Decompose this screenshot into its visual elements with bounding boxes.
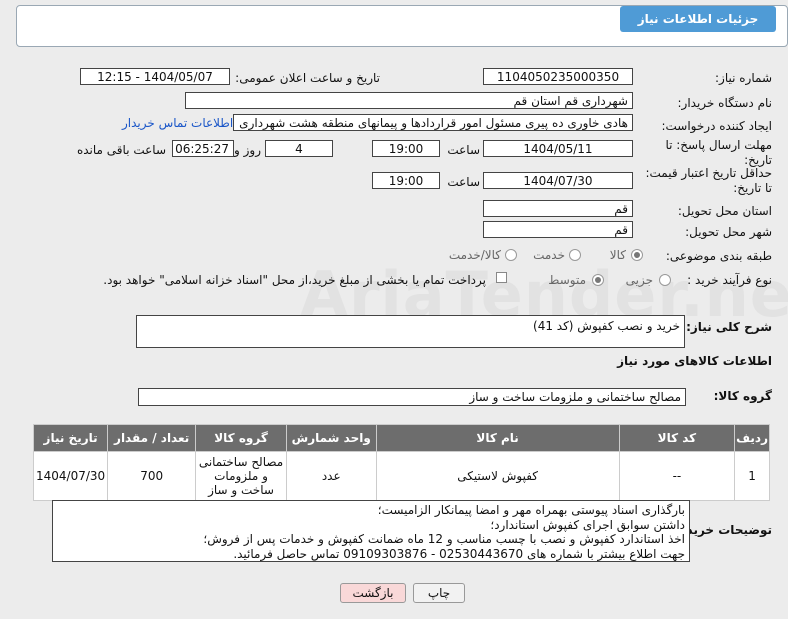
print-button[interactable]: چاپ	[413, 583, 465, 603]
col-name-header: نام کالا	[375, 424, 620, 452]
process-minor-label: جزیی	[625, 273, 653, 287]
process-type-label: نوع فرآیند خرید :	[687, 273, 772, 287]
price-validity-label: حداقل تاریخ اعتبار قیمت: تا تاریخ:	[645, 166, 772, 195]
category-label: طبقه بندی موضوعی:	[665, 249, 772, 263]
reply-time-label: ساعت	[447, 143, 480, 157]
remaining-label: ساعت باقی مانده	[76, 143, 166, 157]
process-medium-radio[interactable]	[592, 274, 604, 286]
requester-field: هادی خاوری ده پیری مسئول امور قراردادها …	[233, 114, 633, 131]
days-and-label: روز و	[234, 143, 261, 157]
buyer-note-line: داشتن سوابق اجرای کفپوش استاندارد؛	[490, 517, 685, 532]
item-unit-cell: عدد	[285, 451, 377, 501]
remaining-time-field: 06:25:27	[172, 140, 234, 157]
page-title: جزئیات اطلاعات نیاز	[620, 6, 776, 32]
announce-datetime-field: 1404/05/07 - 12:15	[80, 68, 230, 85]
city-field: قم	[483, 221, 633, 238]
need-desc-text: خرید و نصب کفپوش (کد 41)	[533, 319, 680, 333]
category-goods-service-label: کالا/خدمت	[448, 248, 501, 262]
buyer-note-line: جهت اطلاع بیشتر با شماره های 02530443670…	[233, 546, 685, 561]
city-label: شهر محل تحویل:	[685, 225, 772, 239]
item-date-cell: 1404/07/30	[32, 451, 109, 501]
category-goods-label: کالا	[609, 248, 626, 262]
goods-group-label: گروه کالا:	[713, 389, 772, 403]
reply-time-field: 19:00	[372, 140, 440, 157]
category-goods-radio[interactable]	[631, 249, 643, 261]
need-number-label: شماره نیاز:	[715, 71, 772, 85]
col-code-header: کد کالا	[618, 424, 736, 452]
item-group-cell: مصالح ساختمانی و ملزومات ساخت و ساز	[195, 451, 287, 501]
col-group-header: گروه کالا	[195, 424, 287, 452]
item-code-cell: --	[618, 451, 736, 501]
province-field: قم	[483, 200, 633, 217]
goods-group-field: مصالح ساختمانی و ملزومات ساخت و ساز	[138, 388, 686, 406]
reply-days-field: 4	[265, 140, 333, 157]
treasury-payment-note: پرداخت تمام یا بخشی از مبلغ خرید،از محل …	[103, 273, 486, 287]
buyer-note-line: اخذ استاندارد کفپوش و نصب با چسب مناسب و…	[203, 532, 685, 546]
treasury-payment-checkbox[interactable]	[496, 272, 507, 283]
table-row: 1 -- کفپوش لاستیکی عدد مصالح ساختمانی و …	[32, 451, 770, 501]
row-number-cell: 1	[734, 451, 770, 501]
category-service-radio[interactable]	[569, 249, 581, 261]
col-qty-header: تعداد / مقدار	[107, 424, 197, 452]
reply-deadline-label: مهلت ارسال پاسخ: تا تاریخ:	[665, 138, 772, 167]
announce-datetime-label: تاریخ و ساعت اعلان عمومی:	[235, 71, 380, 85]
category-goods-service-radio[interactable]	[505, 249, 517, 261]
item-qty-cell: 700	[107, 451, 197, 501]
need-number-field: 1104050235000350	[483, 68, 633, 85]
need-desc-label: شرح کلی نیاز:	[686, 320, 772, 334]
col-row-header: ردیف	[734, 424, 770, 452]
buyer-note-line: بارگذاری اسناد پیوستی بهمراه مهر و امضا …	[377, 503, 685, 517]
price-time-label: ساعت	[447, 175, 480, 189]
province-label: استان محل تحویل:	[677, 204, 772, 218]
buyer-contact-link[interactable]: اطلاعات تماس خریدار	[122, 116, 233, 130]
buyer-org-label: نام دستگاه خریدار:	[677, 96, 773, 110]
col-unit-header: واحد شمارش	[285, 424, 377, 452]
price-date-field: 1404/07/30	[483, 172, 633, 189]
price-time-field: 19:00	[372, 172, 440, 189]
process-minor-radio[interactable]	[659, 274, 671, 286]
need-desc-textarea[interactable]: خرید و نصب کفپوش (کد 41)	[136, 315, 685, 348]
back-button[interactable]: بازگشت	[340, 583, 406, 603]
goods-table-header-row: ردیف کد کالا نام کالا واحد شمارش گروه کا…	[32, 424, 770, 452]
process-medium-label: متوسط	[548, 273, 586, 287]
item-name-cell: کفپوش لاستیکی	[375, 451, 620, 501]
buyer-notes-textarea[interactable]: بارگذاری اسناد پیوستی بهمراه مهر و امضا …	[52, 500, 690, 562]
goods-table: ردیف کد کالا نام کالا واحد شمارش گروه کا…	[32, 424, 770, 501]
buyer-org-field: شهرداری قم استان قم	[185, 92, 633, 109]
reply-date-field: 1404/05/11	[483, 140, 633, 157]
goods-info-heading: اطلاعات کالاهای مورد نیاز	[617, 354, 772, 368]
category-service-label: خدمت	[533, 248, 565, 262]
col-date-header: تاریخ نیاز	[32, 424, 109, 452]
requester-label: ایجاد کننده درخواست:	[661, 119, 772, 133]
